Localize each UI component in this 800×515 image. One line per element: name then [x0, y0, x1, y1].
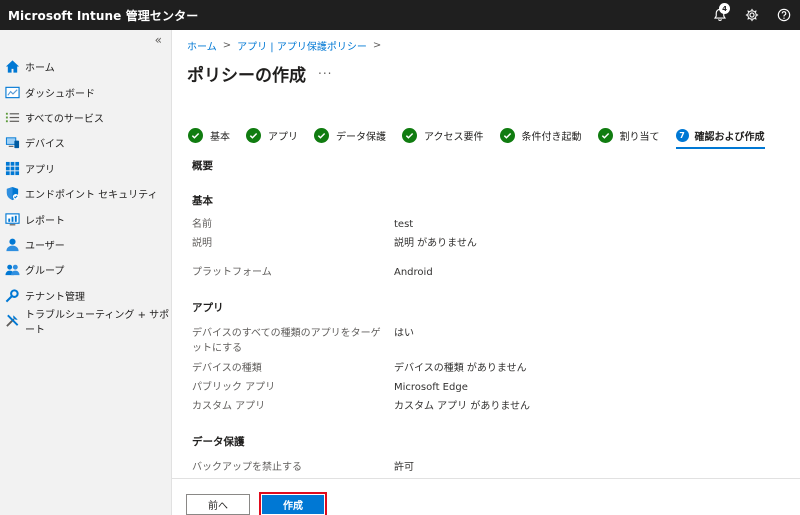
group-icon [5, 262, 20, 277]
step-label: 確認および作成 [694, 131, 765, 143]
shield-icon [5, 186, 20, 201]
collapse-sidebar-button[interactable]: « [155, 33, 162, 47]
detail-value: はい [394, 328, 414, 339]
step-label: アプリ [268, 131, 298, 143]
breadcrumb-apps-link[interactable]: アプリ | アプリ保護ポリシー [237, 38, 367, 53]
create-button[interactable]: 作成 [262, 495, 324, 514]
dashboard-icon [5, 85, 20, 100]
step-label: 条件付き起動 [521, 131, 582, 143]
tenant-icon [5, 288, 20, 303]
gear-icon [745, 8, 759, 22]
chevron-right-icon: > [222, 40, 232, 51]
checkmark-icon [499, 127, 515, 143]
summary-heading: 概要 [192, 160, 213, 172]
detail-value: 説明 がありません [394, 238, 477, 249]
sidebar-item-label: トラブルシューティング + サポート [25, 309, 170, 336]
detail-value: カスタム アプリ がありません [394, 401, 531, 412]
sidebar-item-users[interactable]: ユーザー [0, 232, 172, 257]
detail-value: Microsoft Edge [394, 382, 468, 393]
help-button[interactable] [768, 0, 800, 30]
top-bar: Microsoft Intune 管理センター 4 [0, 0, 800, 30]
sidebar-item-home[interactable]: ホーム [0, 54, 172, 79]
devices-icon [5, 135, 20, 150]
step-assignments[interactable]: 割り当て [597, 125, 660, 145]
sidebar-item-apps[interactable]: アプリ [0, 156, 172, 181]
step-label: 基本 [210, 131, 230, 143]
wizard-footer: 前へ 作成 [172, 478, 800, 515]
summary-panel: 概要 基本 名前 test 説明 説明 がありません プラットフォーム Andr… [192, 158, 792, 474]
user-icon [5, 237, 20, 252]
checkmark-icon [314, 127, 329, 143]
sidebar-item-all-services[interactable]: すべてのサービス [0, 105, 172, 130]
sidebar-item-label: アプリ [25, 164, 55, 176]
sidebar-item-label: レポート [25, 215, 65, 227]
detail-label: デバイスのすべての種類のアプリをターゲットにする [192, 328, 381, 354]
settings-button[interactable] [736, 0, 768, 30]
detail-label: 名前 [192, 219, 212, 230]
sidebar-item-devices[interactable]: デバイス [0, 130, 172, 155]
more-options-button[interactable]: ... [318, 63, 332, 77]
reports-icon [5, 212, 20, 227]
detail-value: デバイスの種類 がありません [394, 363, 527, 374]
apps-icon [5, 161, 20, 176]
sidebar-item-label: テナント管理 [25, 291, 85, 303]
sidebar-item-label: ホーム [25, 63, 55, 75]
help-icon [777, 8, 791, 22]
detail-value: 許可 [394, 462, 414, 473]
sidebar-item-label: エンドポイント セキュリティ [25, 190, 158, 202]
app-title[interactable]: Microsoft Intune 管理センター [0, 7, 198, 24]
step-label: 割り当て [619, 131, 660, 143]
wizard-steps: 基本 アプリ データ保護 アクセス要件 条件付き起動 割り当て 7 確認および作… [188, 125, 781, 149]
create-button-highlight: 作成 [259, 492, 327, 515]
checkmark-icon [402, 127, 417, 143]
notification-badge: 4 [719, 3, 730, 14]
sidebar-item-label: ダッシュボード [25, 88, 95, 100]
checkmark-icon [246, 127, 261, 143]
detail-label: プラットフォーム [192, 267, 272, 278]
step-basics[interactable]: 基本 [188, 125, 230, 145]
breadcrumb-home-link[interactable]: ホーム [187, 38, 217, 53]
sidebar-item-label: ユーザー [25, 240, 65, 252]
detail-label: バックアップを禁止する [192, 462, 302, 473]
main-content: ホーム > アプリ | アプリ保護ポリシー > ポリシーの作成 ... 基本 ア… [172, 30, 800, 515]
step-review-create[interactable]: 7 確認および作成 [675, 125, 765, 149]
sidebar-item-label: すべてのサービス [25, 113, 104, 125]
sidebar-item-label: グループ [25, 266, 65, 278]
troubleshoot-icon [5, 313, 20, 328]
detail-label: 説明 [192, 238, 212, 249]
apps-heading: アプリ [192, 302, 224, 314]
detail-value: Android [394, 267, 433, 278]
sidebar-nav: ホーム ダッシュボード すべてのサービス デバイス アプリ エンドポイント セキ… [0, 54, 172, 336]
notifications-button[interactable]: 4 [704, 0, 736, 30]
breadcrumb: ホーム > アプリ | アプリ保護ポリシー > [187, 38, 381, 53]
step-label: データ保護 [336, 131, 386, 143]
step-access-requirements[interactable]: アクセス要件 [402, 125, 484, 145]
sidebar-item-reports[interactable]: レポート [0, 206, 172, 231]
sidebar-item-tenant-admin[interactable]: テナント管理 [0, 283, 172, 308]
page-title: ポリシーの作成 [187, 66, 306, 86]
checkmark-icon [188, 127, 203, 143]
step-number-badge: 7 [675, 128, 689, 142]
checkmark-icon [597, 127, 613, 143]
previous-button[interactable]: 前へ [186, 494, 250, 515]
step-apps[interactable]: アプリ [246, 125, 298, 145]
home-icon [5, 59, 20, 74]
chevron-right-icon: > [372, 40, 382, 51]
sidebar-item-groups[interactable]: グループ [0, 257, 172, 282]
sidebar-item-endpoint-security[interactable]: エンドポイント セキュリティ [0, 181, 172, 206]
detail-value: test [394, 219, 414, 230]
step-label: アクセス要件 [424, 131, 484, 143]
sidebar-item-dashboard[interactable]: ダッシュボード [0, 79, 172, 104]
step-conditional-launch[interactable]: 条件付き起動 [499, 125, 582, 145]
detail-label: パブリック アプリ [192, 382, 276, 393]
detail-label: デバイスの種類 [192, 363, 262, 374]
sidebar: « ホーム ダッシュボード すべてのサービス デバイス アプリ エンドポイント … [0, 30, 172, 515]
basics-heading: 基本 [192, 195, 213, 207]
sidebar-item-label: デバイス [25, 139, 65, 151]
detail-label: カスタム アプリ [192, 401, 266, 412]
step-data-protection[interactable]: データ保護 [314, 125, 386, 145]
list-icon [5, 110, 20, 125]
sidebar-item-troubleshooting[interactable]: トラブルシューティング + サポート [0, 308, 172, 336]
data-protection-heading: データ保護 [192, 436, 245, 448]
